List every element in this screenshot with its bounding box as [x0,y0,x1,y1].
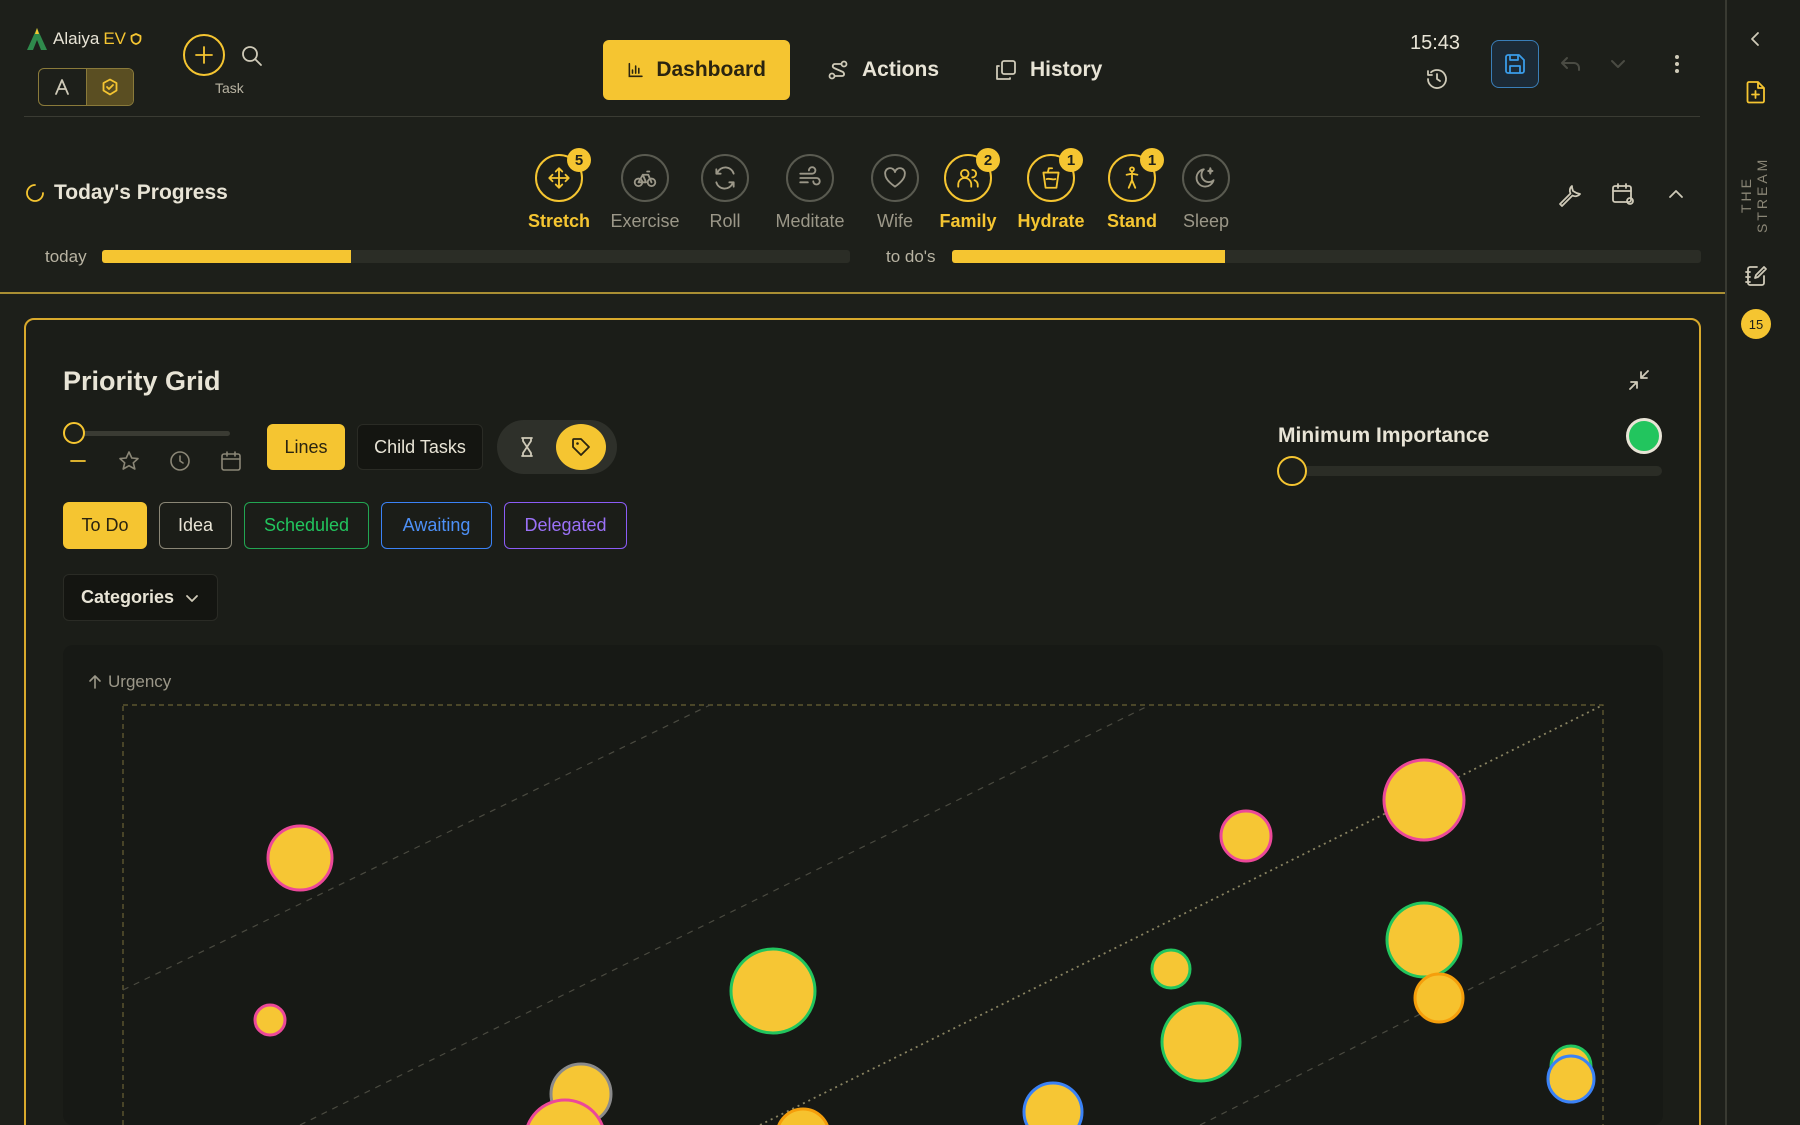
task-bubble[interactable] [1022,1081,1084,1125]
grid-boundary [122,704,1604,1125]
task-bubble[interactable] [1546,1054,1596,1104]
diagonal-line-1 [122,704,711,991]
task-bubble[interactable] [1150,948,1192,990]
task-bubble[interactable] [266,824,334,892]
task-bubble[interactable] [1160,1001,1242,1083]
task-bubble[interactable] [729,947,817,1035]
task-bubble[interactable] [1382,758,1466,842]
diagonal-line-2 [299,704,1151,1125]
task-bubble[interactable] [1385,901,1463,979]
priority-grid-plot [122,704,1604,1125]
task-bubble[interactable] [777,1107,829,1125]
task-bubble[interactable] [253,1003,287,1037]
task-bubble[interactable] [1413,972,1465,1024]
task-bubble[interactable] [1219,809,1273,863]
